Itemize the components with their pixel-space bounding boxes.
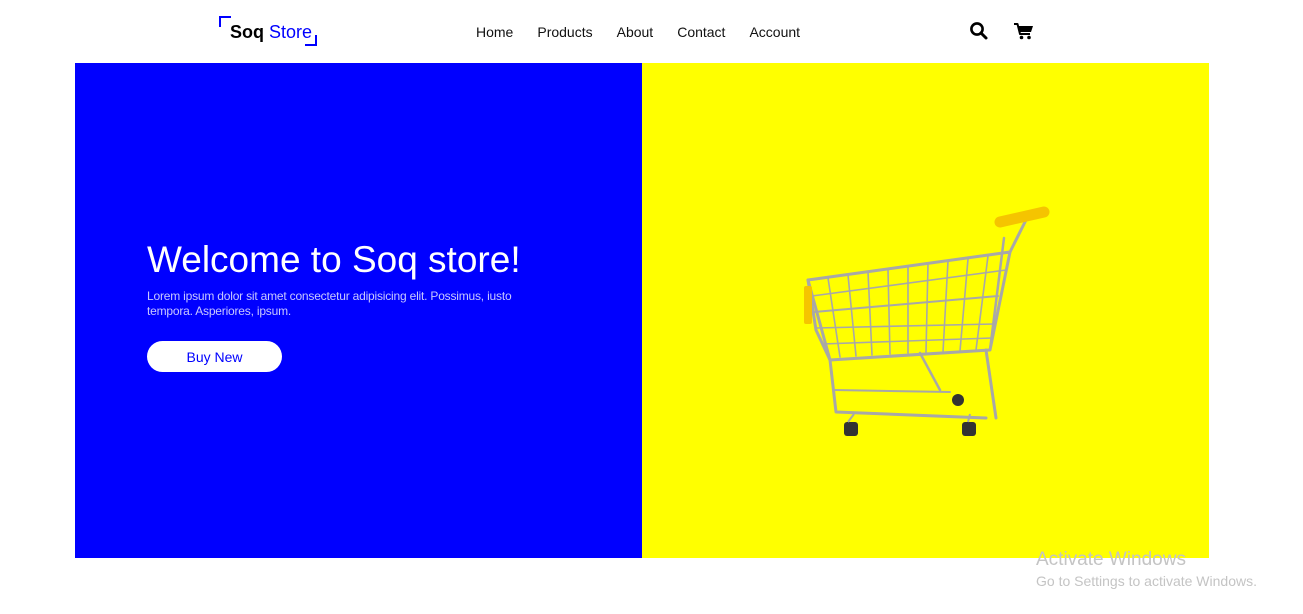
watermark-title: Activate Windows — [1036, 549, 1186, 570]
cart-icon — [1014, 23, 1033, 40]
windows-activation-watermark: Activate Windows Go to Settings to activ… — [1036, 548, 1257, 591]
search-icon — [970, 22, 988, 40]
logo-text-light: Store — [269, 22, 313, 42]
hero-title: Welcome to Soq store! — [147, 239, 521, 280]
nav-link-about[interactable]: About — [617, 23, 654, 41]
nav-link-products[interactable]: Products — [537, 23, 592, 41]
watermark-subtitle: Go to Settings to activate Windows. — [1036, 573, 1257, 589]
nav-link-account[interactable]: Account — [749, 23, 800, 41]
main-nav: Home Products About Contact Account — [476, 23, 824, 41]
nav-link-home[interactable]: Home — [476, 23, 513, 41]
nav-link-contact[interactable]: Contact — [677, 23, 725, 41]
logo-text-bold: Soq — [230, 22, 264, 42]
logo-text: Soq Store — [230, 22, 312, 42]
hero-right-panel — [642, 63, 1209, 558]
logo[interactable]: Soq Store — [219, 16, 317, 46]
buy-new-button[interactable]: Buy New — [147, 341, 282, 372]
search-button[interactable] — [968, 20, 990, 42]
hero-left-panel: Welcome to Soq store! Lorem ipsum dolor … — [75, 63, 642, 558]
hero-description: Lorem ipsum dolor sit amet consectetur a… — [147, 289, 512, 318]
shopping-cart-image — [804, 206, 1050, 436]
cart-button[interactable] — [1013, 20, 1035, 42]
